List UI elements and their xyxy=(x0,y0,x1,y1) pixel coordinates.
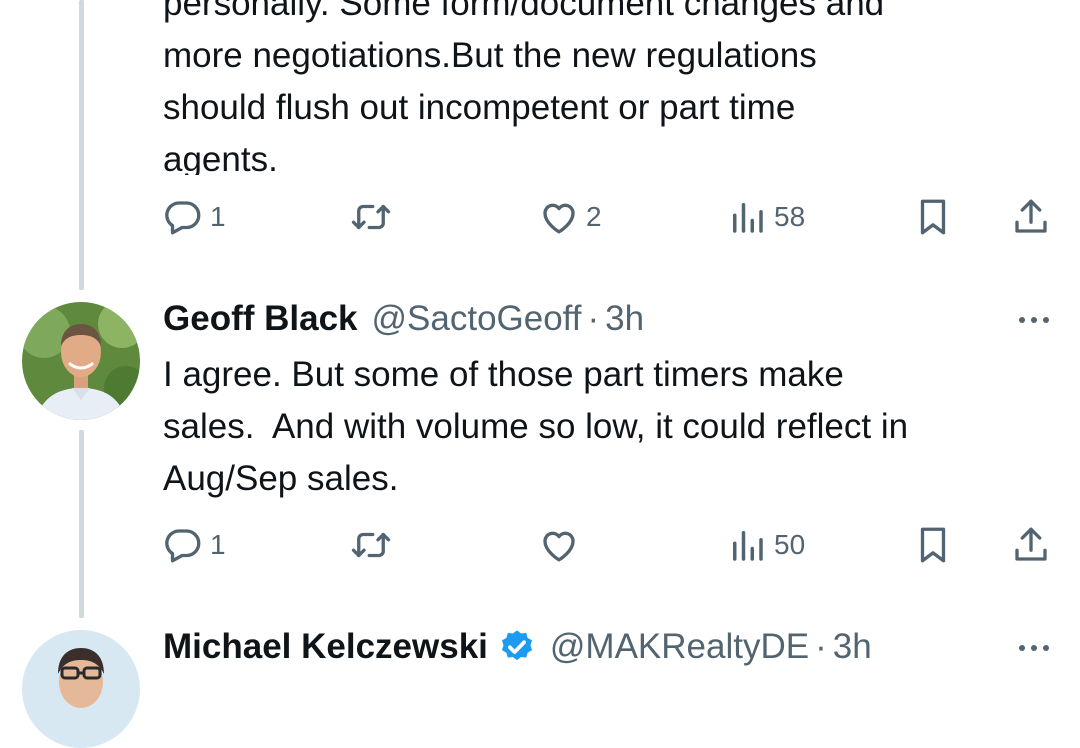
avatar[interactable] xyxy=(22,302,140,420)
share-icon xyxy=(1015,527,1047,561)
reply-count: 1 xyxy=(210,201,226,232)
reply-button[interactable]: 1 xyxy=(162,192,226,242)
retweet-button[interactable] xyxy=(350,192,398,242)
more-icon[interactable] xyxy=(1014,310,1054,330)
bookmark-icon xyxy=(920,199,946,235)
avatar-image xyxy=(22,302,140,420)
reply-icon xyxy=(165,529,201,563)
tweet-text-line: Aug/Sep sales. xyxy=(163,459,399,498)
share-button[interactable] xyxy=(1010,520,1052,570)
like-button[interactable] xyxy=(538,520,586,570)
bookmark-button[interactable] xyxy=(912,192,954,242)
more-icon[interactable] xyxy=(1014,638,1054,658)
tweet-timestamp[interactable]: 3h xyxy=(605,299,644,339)
avatar-image xyxy=(22,630,140,748)
separator-dot: · xyxy=(587,299,600,338)
tweet-text-line: agents. xyxy=(163,140,278,175)
retweet-button[interactable] xyxy=(350,520,398,570)
tweet-2-header: Geoff Black @SactoGeoff · 3h xyxy=(163,294,644,344)
tweet-timestamp[interactable]: 3h xyxy=(833,627,872,667)
share-button[interactable] xyxy=(1010,192,1052,242)
like-button[interactable]: 2 xyxy=(538,192,602,242)
views-count: 50 xyxy=(774,529,806,560)
retweet-icon xyxy=(351,204,391,230)
views-button[interactable]: 58 xyxy=(726,192,805,242)
views-icon xyxy=(733,203,763,233)
tweet-text-line: more negotiations.But the new regulation… xyxy=(163,36,817,75)
like-icon xyxy=(543,203,575,234)
reply-icon xyxy=(165,201,201,235)
share-icon xyxy=(1015,199,1047,233)
tweet-2-action-bar: 1 50 xyxy=(0,520,1080,570)
verified-icon xyxy=(501,630,532,661)
tweet-text-line: personally. Some form/document changes a… xyxy=(163,0,885,23)
views-icon xyxy=(733,531,763,561)
tweet-1-action-bar: 1 2 58 xyxy=(0,192,1080,242)
views-count: 58 xyxy=(774,201,806,232)
separator-dot: · xyxy=(815,627,827,666)
tweet-2-text: I agree. But some of those part timers m… xyxy=(163,349,1043,505)
avatar[interactable] xyxy=(22,630,140,748)
retweet-icon xyxy=(351,532,391,558)
tweet-text-line: I agree. But some of those part timers m… xyxy=(163,355,844,394)
tweet-1-text: personally. Some form/document changes a… xyxy=(163,0,1043,175)
bookmark-button[interactable] xyxy=(912,520,954,570)
bookmark-icon xyxy=(920,527,946,563)
author-handle[interactable]: @MAKRealtyDE xyxy=(550,627,809,667)
author-handle[interactable]: @SactoGeoff xyxy=(372,299,582,339)
tweet-text-line: should flush out incompetent or part tim… xyxy=(163,88,796,127)
author-name[interactable]: Geoff Black xyxy=(163,299,358,339)
tweet-1-body: personally. Some form/document changes a… xyxy=(0,0,1080,175)
like-count: 2 xyxy=(586,201,602,232)
reply-count: 1 xyxy=(210,529,226,560)
like-icon xyxy=(543,531,575,562)
views-button[interactable]: 50 xyxy=(726,520,805,570)
tweet-3-header: Michael Kelczewski @MAKRealtyDE · 3h xyxy=(163,622,872,672)
author-name[interactable]: Michael Kelczewski xyxy=(163,627,488,667)
tweet-text-line: sales. And with volume so low, it could … xyxy=(163,407,909,446)
reply-button[interactable]: 1 xyxy=(162,520,226,570)
